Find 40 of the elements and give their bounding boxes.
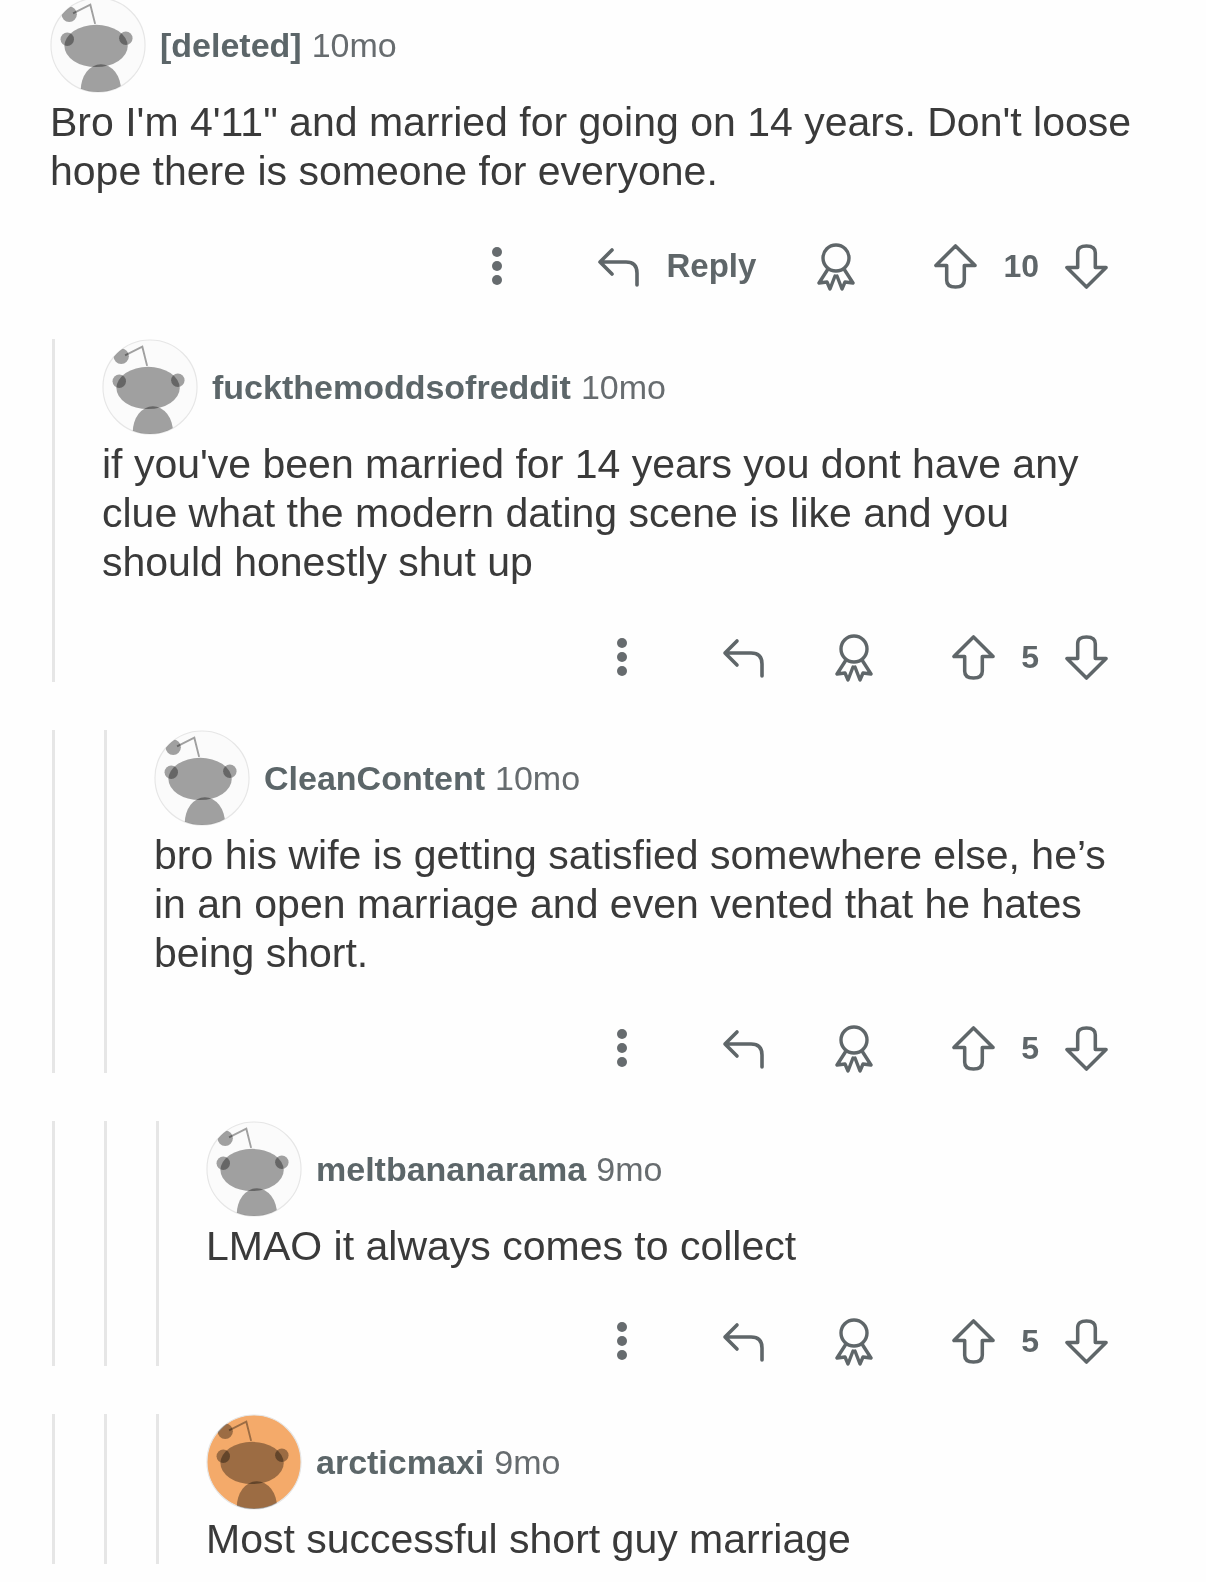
comment-age: 9mo [596,1149,663,1189]
more-options-icon[interactable] [616,637,629,677]
reply-icon[interactable] [720,1027,767,1069]
more-options-icon[interactable] [616,1321,629,1361]
comment-text: Bro I'm 4'11" and married for going on 14 years. Don't loose hope there is someone for everyone. [50,98,1133,196]
avatar-icon [50,0,146,93]
avatar-icon [102,339,198,435]
vote-count: 10 [1003,247,1039,285]
vote-count: 5 [1021,1322,1039,1360]
comment-age: 9mo [494,1442,561,1482]
more-options-icon[interactable] [616,1028,629,1068]
upvote-icon[interactable] [950,1316,998,1366]
username[interactable]: [deleted] [160,25,302,65]
upvote-icon[interactable] [950,632,998,682]
comment-age: 10mo [580,367,666,407]
downvote-icon[interactable] [1063,241,1110,291]
vote-count: 5 [1021,1029,1039,1067]
reply-icon[interactable] [720,636,767,678]
comment-text: bro his wife is getting satisfied somewhere else, he’s in an open marriage and even vented that he hates being short. [154,831,1107,978]
upvote-icon[interactable] [932,241,980,291]
upvote-icon[interactable] [950,1023,998,1073]
avatar-icon [154,730,250,826]
username[interactable]: CleanContent [264,758,485,798]
comment-age: 10mo [311,25,397,65]
downvote-icon[interactable] [1063,1316,1110,1366]
more-options-icon[interactable] [490,246,503,286]
vote-count: 5 [1021,638,1039,676]
username[interactable]: fuckthemoddsofreddit [212,367,571,407]
comment-age: 10mo [495,758,581,798]
avatar-icon [206,1121,302,1217]
downvote-icon[interactable] [1063,632,1110,682]
username[interactable]: arcticmaxi [316,1442,485,1482]
comment-text: if you've been married for 14 years you dont have any clue what the modern dating scene is like and you should honestly shut up [102,440,1080,587]
reply-button[interactable]: Reply [594,245,757,287]
downvote-icon[interactable] [1063,1023,1110,1073]
username[interactable]: meltbananarama [316,1149,587,1189]
comment-text: LMAO it always comes to collect [206,1222,798,1271]
reply-icon[interactable] [720,1320,767,1362]
avatar-icon [206,1414,302,1510]
comment-text: Most successful short guy marriage [206,1515,852,1564]
